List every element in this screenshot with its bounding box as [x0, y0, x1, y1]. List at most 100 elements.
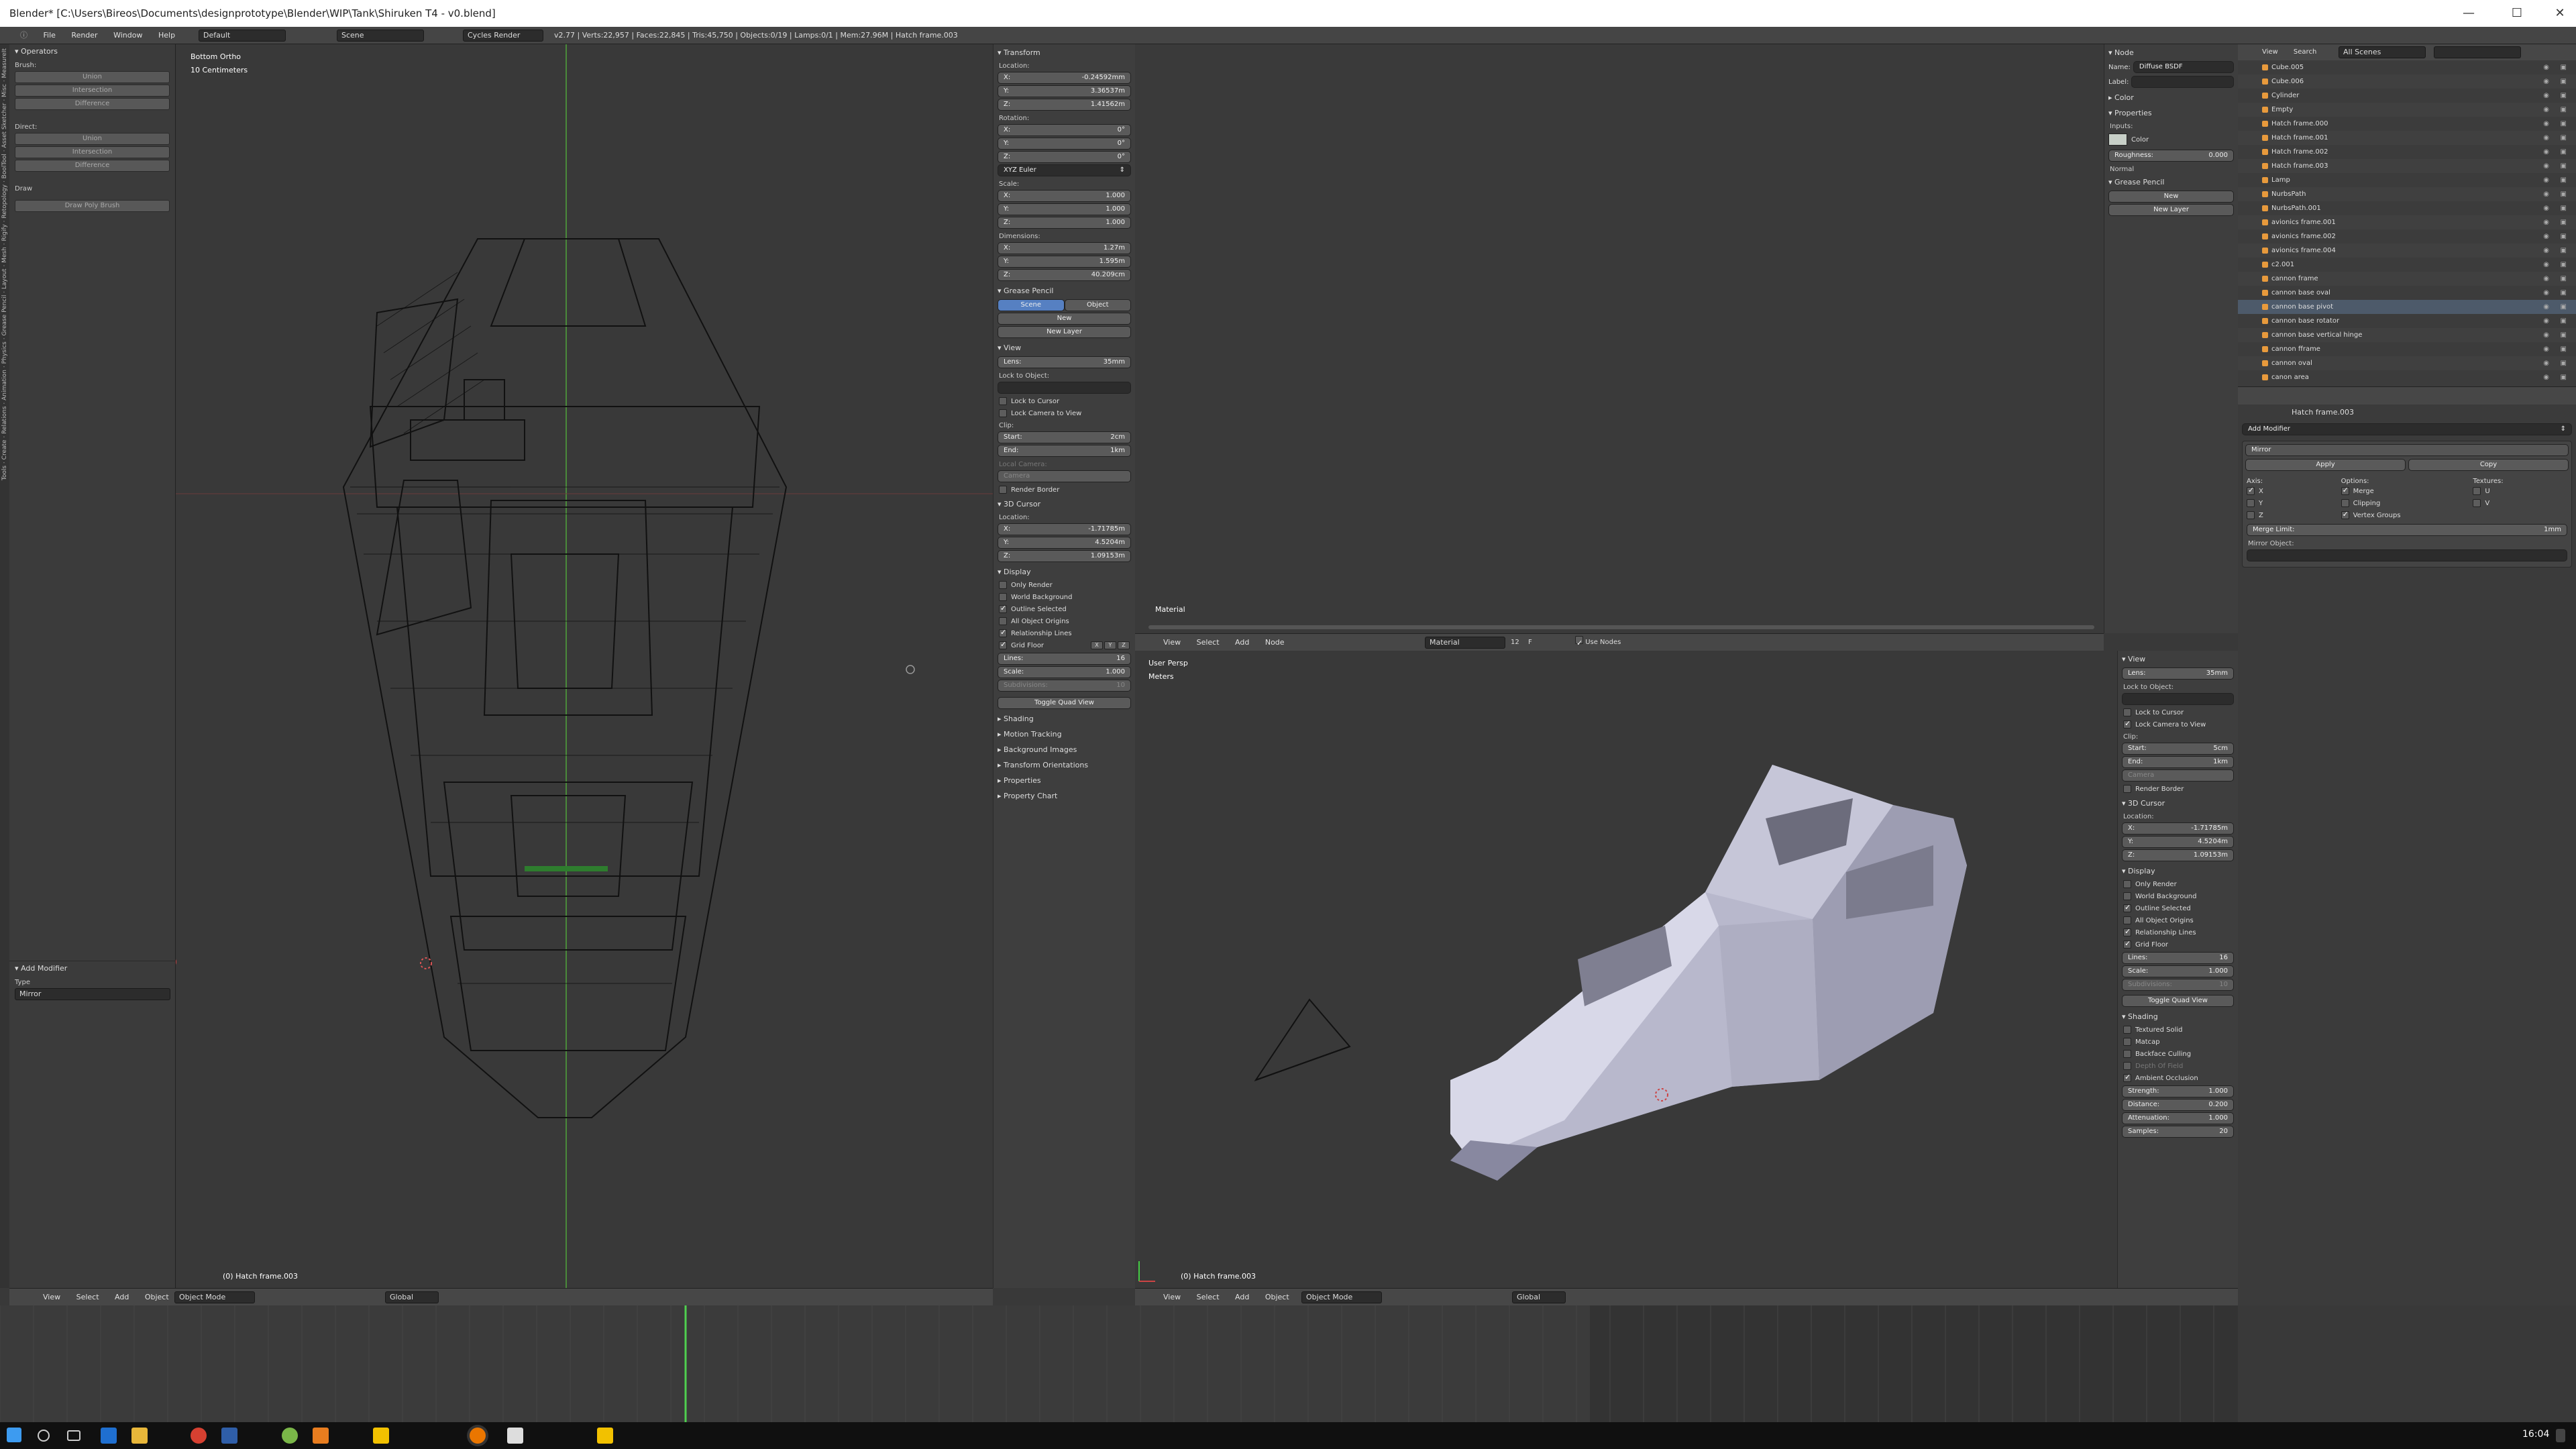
transform-header[interactable]: ▾ Transform — [994, 44, 1135, 60]
clip-end-field[interactable]: End: 1km — [998, 445, 1131, 457]
outliner-item[interactable]: cannon oval ◉ ▣ — [2238, 356, 2576, 370]
cursor-x-field[interactable]: X: -1.71785m — [998, 523, 1131, 535]
axis-x-toggle[interactable]: X — [2247, 485, 2341, 497]
merge-toggle[interactable]: Merge — [2341, 485, 2473, 497]
cursor-z-field[interactable]: Z: 1.09153m — [998, 550, 1131, 562]
node-gp-new-button[interactable]: New — [2108, 191, 2234, 203]
p-cursor-z[interactable]: Z: 1.09153m — [2122, 849, 2234, 861]
render-camera-icon[interactable]: ▣ — [2561, 286, 2567, 300]
clipping-toggle[interactable]: Clipping — [2341, 497, 2473, 509]
grid-floor-toggle[interactable]: Grid Floor XYZ — [994, 639, 1135, 651]
app-icon-1[interactable] — [221, 1428, 237, 1444]
outline-selected-toggle[interactable]: Outline Selected — [994, 603, 1135, 615]
axis-z-toggle[interactable]: Z — [2247, 509, 2341, 521]
shading-header[interactable]: ▸ Shading — [994, 710, 1135, 726]
visibility-eye-icon[interactable]: ◉ — [2543, 286, 2549, 300]
gp-new-layer-button[interactable]: New Layer — [998, 326, 1131, 338]
property-chart-header[interactable]: ▸ Property Chart — [994, 788, 1135, 803]
outliner-search-input[interactable] — [2434, 46, 2521, 58]
view-header[interactable]: ▾ View — [994, 339, 1135, 355]
direct-difference-button[interactable]: Difference — [15, 160, 170, 172]
p-render-border-toggle[interactable]: Render Border — [2118, 783, 2238, 795]
outliner-item[interactable]: Lamp ◉ ▣ — [2238, 173, 2576, 187]
p-only-render[interactable]: Only Render — [2118, 878, 2238, 890]
p-ao-strength[interactable]: Strength: 1.000 — [2122, 1085, 2234, 1097]
node-editor-scrollbar[interactable] — [1148, 625, 2094, 629]
clip-start-field[interactable]: Start: 2cm — [998, 431, 1131, 443]
visibility-eye-icon[interactable]: ◉ — [2543, 342, 2549, 356]
outliner-item[interactable]: Cube.006 ◉ ▣ — [2238, 74, 2576, 89]
app-icon-4[interactable] — [373, 1428, 389, 1444]
render-camera-icon[interactable]: ▣ — [2561, 74, 2567, 89]
gp-new-button[interactable]: New — [998, 313, 1131, 325]
outliner-item[interactable]: cannon frame ◉ ▣ — [2238, 272, 2576, 286]
visibility-eye-icon[interactable]: ◉ — [2543, 258, 2549, 272]
outliner-item[interactable]: cannon base vertical hinge ◉ ▣ — [2238, 328, 2576, 342]
p-toggle-quad[interactable]: Toggle Quad View — [2122, 995, 2234, 1007]
render-camera-icon[interactable]: ▣ — [2561, 60, 2567, 74]
gp-scene-tab[interactable]: Scene — [998, 299, 1065, 311]
copy-button[interactable]: Copy — [2408, 459, 2569, 471]
p-camera-field[interactable]: Camera — [2122, 769, 2234, 782]
app-icon-5[interactable] — [507, 1428, 523, 1444]
render-camera-icon[interactable]: ▣ — [2561, 201, 2567, 215]
material-select[interactable]: Material — [1425, 637, 1505, 649]
visibility-eye-icon[interactable]: ◉ — [2543, 103, 2549, 117]
visibility-eye-icon[interactable]: ◉ — [2543, 328, 2549, 342]
node-menu-view[interactable]: View — [1157, 634, 1187, 651]
outliner-item[interactable]: Hatch frame.000 ◉ ▣ — [2238, 117, 2576, 131]
cursor-y-field[interactable]: Y: 4.5204m — [998, 537, 1131, 549]
visibility-eye-icon[interactable]: ◉ — [2543, 244, 2549, 258]
outliner-item[interactable]: canon area ◉ ▣ — [2238, 370, 2576, 384]
node-gp-header[interactable]: ▾ Grease Pencil — [2104, 174, 2238, 189]
visibility-eye-icon[interactable]: ◉ — [2543, 314, 2549, 328]
persp-mode-select[interactable]: Object Mode — [1301, 1291, 1382, 1303]
visibility-eye-icon[interactable]: ◉ — [2543, 131, 2549, 145]
edge-icon[interactable] — [101, 1428, 117, 1444]
p-matcap[interactable]: Matcap — [2118, 1036, 2238, 1048]
outliner-menu-search[interactable]: Search — [2287, 44, 2323, 60]
p-grid-lines[interactable]: Lines: 16 — [2122, 952, 2234, 964]
persp-menu-add[interactable]: Add — [1228, 1289, 1256, 1306]
add-modifier-header[interactable]: ▾ Add Modifier — [9, 961, 176, 976]
explorer-icon[interactable] — [131, 1428, 148, 1444]
rotation-y-field[interactable]: Y: 0° — [998, 138, 1131, 150]
p-lock-cursor-toggle[interactable]: Lock to Cursor — [2118, 706, 2238, 718]
render-camera-icon[interactable]: ▣ — [2561, 117, 2567, 131]
outliner-item[interactable]: cannon base oval ◉ ▣ — [2238, 286, 2576, 300]
p-display-header[interactable]: ▾ Display — [2118, 863, 2238, 878]
background-images-header[interactable]: ▸ Background Images — [994, 741, 1135, 757]
notifications-icon[interactable] — [2556, 1429, 2565, 1442]
p-ao-attenuation[interactable]: Attenuation: 1.000 — [2122, 1112, 2234, 1124]
persp-menu-object[interactable]: Object — [1258, 1289, 1296, 1306]
render-camera-icon[interactable]: ▣ — [2561, 328, 2567, 342]
render-camera-icon[interactable]: ▣ — [2561, 258, 2567, 272]
all-object-origins-toggle[interactable]: All Object Origins — [994, 615, 1135, 627]
rotation-x-field[interactable]: X: 0° — [998, 124, 1131, 136]
outliner-item[interactable]: c2.001 ◉ ▣ — [2238, 258, 2576, 272]
visibility-eye-icon[interactable]: ◉ — [2543, 201, 2549, 215]
grid-lines-field[interactable]: Lines: 16 — [998, 653, 1131, 665]
operators-header[interactable]: ▾ Operators — [9, 44, 175, 59]
outliner-item[interactable]: avionics frame.001 ◉ ▣ — [2238, 215, 2576, 229]
persp-menu-view[interactable]: View — [1157, 1289, 1187, 1306]
vertex-groups-toggle[interactable]: Vertex Groups — [2341, 509, 2473, 521]
p-lock-object-field[interactable] — [2122, 693, 2234, 705]
visibility-eye-icon[interactable]: ◉ — [2543, 60, 2549, 74]
relationship-lines-toggle[interactable]: Relationship Lines — [994, 627, 1135, 639]
p-ambient-occlusion[interactable]: Ambient Occlusion — [2118, 1072, 2238, 1084]
visibility-eye-icon[interactable]: ◉ — [2543, 117, 2549, 131]
visibility-eye-icon[interactable]: ◉ — [2543, 187, 2549, 201]
outliner-item[interactable]: NurbsPath ◉ ▣ — [2238, 187, 2576, 201]
render-camera-icon[interactable]: ▣ — [2561, 314, 2567, 328]
node-menu-select[interactable]: Select — [1190, 634, 1226, 651]
node-menu-add[interactable]: Add — [1228, 634, 1256, 651]
visibility-eye-icon[interactable]: ◉ — [2543, 272, 2549, 286]
menu-help[interactable]: Help — [152, 27, 182, 44]
minimize-button[interactable]: — — [2447, 0, 2490, 27]
modifier-type-select[interactable]: Mirror — [15, 988, 170, 1000]
rotation-mode-select[interactable]: XYZ Euler ⇕ — [998, 164, 1131, 176]
render-camera-icon[interactable]: ▣ — [2561, 159, 2567, 173]
left-menu-select[interactable]: Select — [70, 1289, 106, 1306]
properties-header[interactable]: ▸ Properties — [994, 772, 1135, 788]
